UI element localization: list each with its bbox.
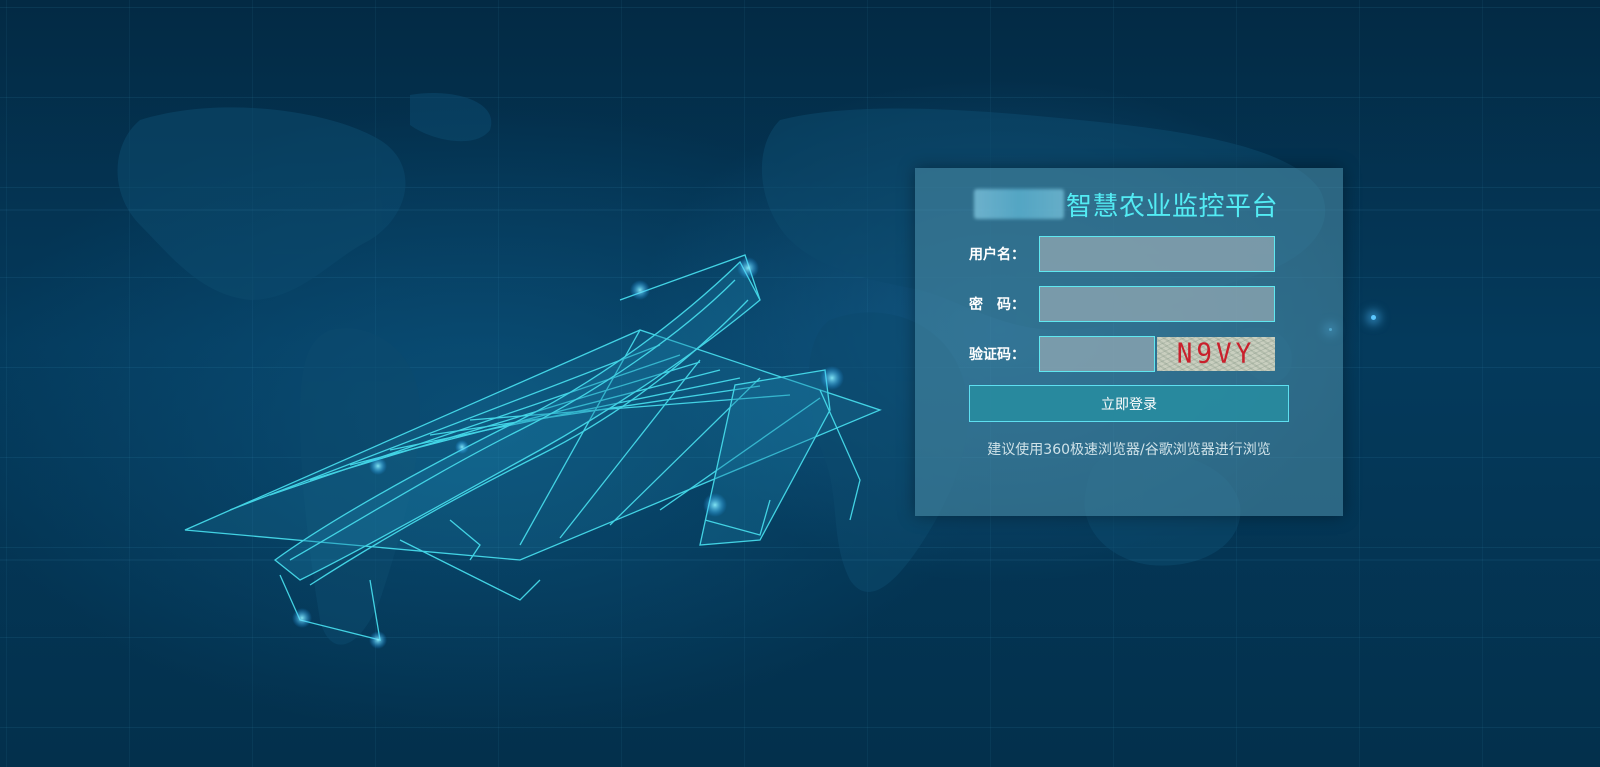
password-label: 密 码： bbox=[969, 297, 1025, 313]
login-panel: 智慧农业监控平台 用户名： 密 码： 验证码： N9VY 立即登录 建议使用36… bbox=[915, 168, 1343, 516]
captcha-text: N9VY bbox=[1176, 338, 1256, 370]
redacted-company-name bbox=[974, 189, 1064, 219]
captcha-label: 验证码： bbox=[969, 347, 1025, 363]
captcha-input[interactable] bbox=[1039, 336, 1155, 372]
username-input[interactable] bbox=[1039, 236, 1275, 272]
panel-title: 智慧农业监控平台 bbox=[974, 186, 1278, 222]
browser-hint: 建议使用360极速浏览器/谷歌浏览器进行浏览 bbox=[987, 442, 1271, 458]
password-row: 密 码： bbox=[969, 286, 1275, 322]
username-row: 用户名： bbox=[969, 236, 1275, 272]
password-input[interactable] bbox=[1039, 286, 1275, 322]
platform-title: 智慧农业监控平台 bbox=[1066, 191, 1279, 222]
drone-illustration bbox=[184, 254, 882, 649]
glow-dot bbox=[1371, 315, 1376, 320]
login-button[interactable]: 立即登录 bbox=[969, 385, 1289, 422]
login-page: 智慧农业监控平台 用户名： 密 码： 验证码： N9VY 立即登录 建议使用36… bbox=[0, 0, 1600, 767]
captcha-row: 验证码： N9VY bbox=[969, 336, 1275, 372]
username-label: 用户名： bbox=[969, 247, 1025, 263]
captcha-image[interactable]: N9VY bbox=[1157, 337, 1275, 371]
